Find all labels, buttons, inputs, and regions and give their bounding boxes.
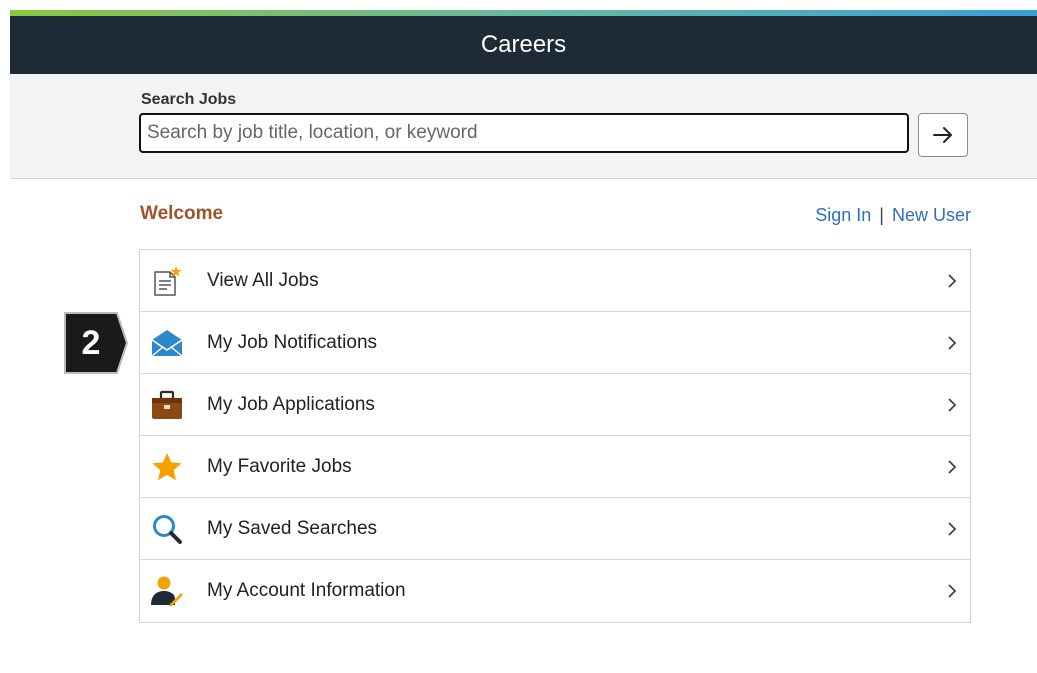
search-section: Search Jobs xyxy=(10,74,1037,179)
menu-item-saved-searches[interactable]: My Saved Searches xyxy=(140,498,970,560)
chevron-right-icon xyxy=(948,335,957,350)
menu-item-label: View All Jobs xyxy=(207,269,319,291)
user-edit-icon xyxy=(150,574,184,608)
chevron-right-icon xyxy=(948,397,957,412)
search-input[interactable] xyxy=(139,113,909,153)
step-number: 2 xyxy=(81,323,101,362)
envelope-icon xyxy=(150,326,184,360)
new-document-icon xyxy=(150,264,184,298)
arrow-right-icon xyxy=(933,127,952,143)
menu-item-label: My Account Information xyxy=(207,580,406,601)
menu-item-view-all-jobs[interactable]: View All Jobs xyxy=(140,250,970,312)
menu-item-account-information[interactable]: My Account Information xyxy=(140,560,970,622)
briefcase-icon xyxy=(150,388,184,422)
menu-item-job-notifications[interactable]: My Job Notifications xyxy=(140,312,970,374)
welcome-heading: Welcome xyxy=(140,203,224,224)
auth-separator: | xyxy=(879,205,884,225)
careers-menu-list: View All Jobs My Job Notifications My Jo… xyxy=(139,249,971,623)
menu-item-label: My Favorite Jobs xyxy=(207,455,352,477)
auth-links: Sign In | New User xyxy=(815,205,971,226)
star-icon xyxy=(150,450,184,484)
chevron-right-icon xyxy=(948,521,957,536)
menu-item-label: My Job Notifications xyxy=(207,331,378,353)
new-user-link[interactable]: New User xyxy=(892,205,971,225)
menu-item-label: My Job Applications xyxy=(207,393,375,415)
search-submit-button[interactable] xyxy=(918,113,968,157)
chevron-right-icon xyxy=(948,459,957,474)
magnifier-icon xyxy=(150,512,184,546)
page-title: Careers xyxy=(480,31,567,58)
sign-in-link[interactable]: Sign In xyxy=(815,205,871,225)
menu-item-label: My Saved Searches xyxy=(207,517,378,539)
search-label: Search Jobs xyxy=(141,91,237,108)
menu-item-favorite-jobs[interactable]: My Favorite Jobs xyxy=(140,436,970,498)
page-header: Careers xyxy=(10,16,1037,74)
chevron-right-icon xyxy=(948,584,957,598)
chevron-right-icon xyxy=(948,273,957,288)
menu-item-job-applications[interactable]: My Job Applications xyxy=(140,374,970,436)
